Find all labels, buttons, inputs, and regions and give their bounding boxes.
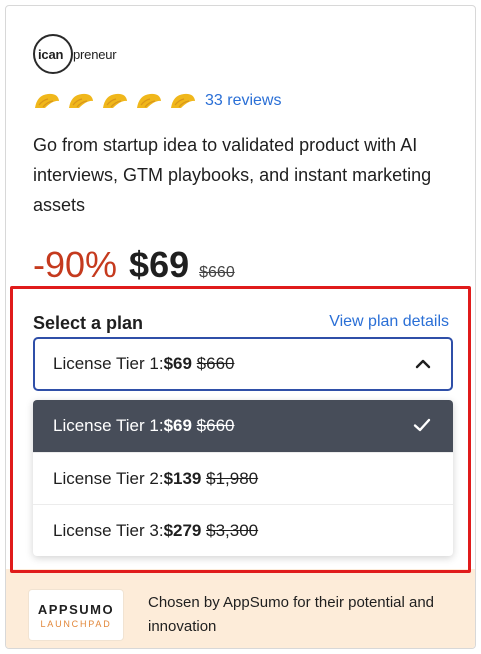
rating-row: 33 reviews [33, 92, 281, 110]
logo-circle-text: ican [38, 46, 64, 62]
badge-subtitle: LAUNCHPAD [40, 618, 112, 629]
taco-icon [169, 92, 197, 110]
product-description: Go from startup idea to validated produc… [33, 135, 432, 215]
brand-logo: ican preneur [33, 34, 117, 74]
reviews-link[interactable]: 33 reviews [205, 92, 281, 110]
taco-icon [67, 92, 95, 110]
discount-percent: -90% [33, 244, 118, 285]
plan-highlight-box [10, 286, 471, 573]
taco-icon [135, 92, 163, 110]
current-price: $69 [129, 244, 190, 285]
launchpad-text: Chosen by AppSumo for their potential an… [148, 594, 435, 635]
taco-icon [33, 92, 61, 110]
price-row: -90% $69 $660 [33, 244, 235, 286]
taco-icon [101, 92, 129, 110]
badge-title: APPSUMO [37, 601, 115, 617]
original-price: $660 [199, 264, 235, 281]
appsumo-launchpad-badge: APPSUMO LAUNCHPAD [28, 589, 124, 641]
logo-wordmark: preneur [73, 46, 117, 62]
launchpad-banner: APPSUMO LAUNCHPAD Chosen by AppSumo for … [6, 569, 475, 648]
logo-mark: ican [33, 34, 73, 74]
